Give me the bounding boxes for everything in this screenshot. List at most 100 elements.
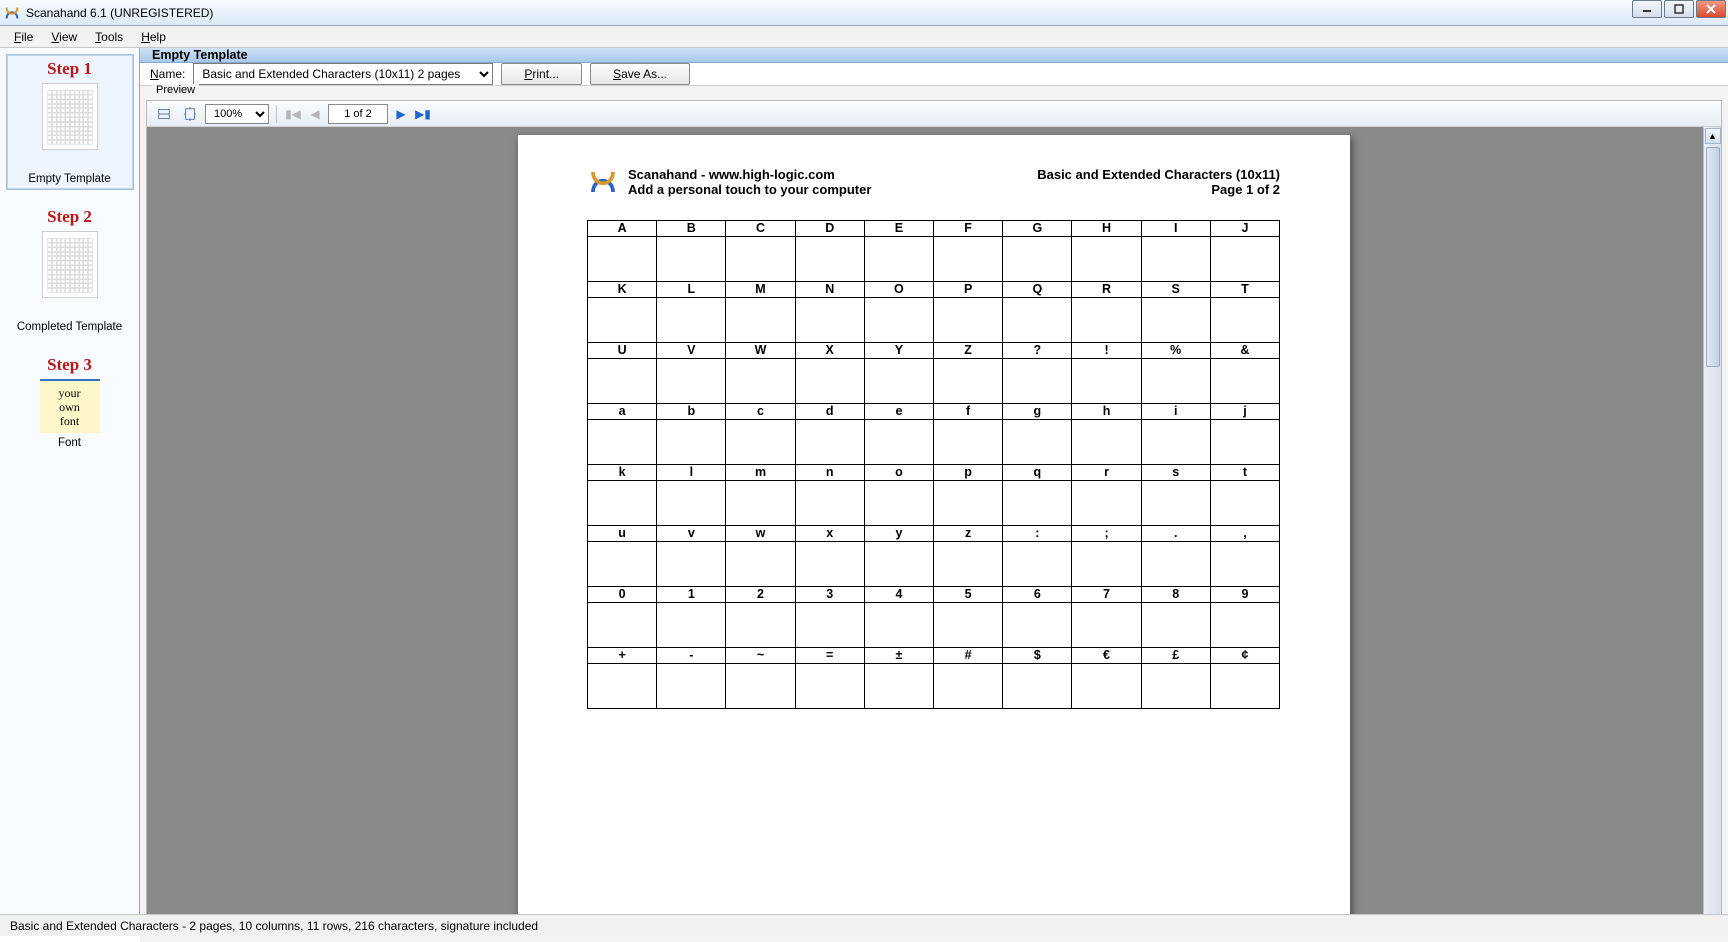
step1-card[interactable]: Step 1 for(let i=0;i<120;i++)document.wr… [6,54,134,190]
grid-cell: u [587,525,657,587]
page-right-line2: Page 1 of 2 [1037,182,1280,197]
cell-character-label: P [934,282,1002,298]
grid-cell: £ [1141,647,1211,709]
cell-character-label: t [1211,465,1279,481]
cell-character-label: 5 [934,587,1002,603]
cell-character-label: I [1142,221,1210,237]
cell-character-label: l [657,465,725,481]
cell-character-label: b [657,404,725,420]
cell-character-label: Y [865,343,933,359]
preview-canvas[interactable]: Scanahand - www.high-logic.com Add a per… [147,127,1721,935]
zoom-select[interactable]: 100% [205,104,269,124]
next-page-icon[interactable]: ▶ [392,107,410,121]
cell-character-label: Q [1003,282,1071,298]
cell-character-label: = [796,648,864,664]
template-name-select[interactable]: Basic and Extended Characters (10x11) 2 … [193,63,493,85]
grid-cell: w [725,525,795,587]
print-button[interactable]: Print... [501,63,582,85]
last-page-icon[interactable]: ▶▮ [414,107,432,121]
first-page-icon[interactable]: ▮◀ [284,107,302,121]
cell-character-label: R [1072,282,1140,298]
grid-row: +-~=±#$€£¢ [588,648,1280,709]
grid-cell: - [656,647,726,709]
step2-card[interactable]: Step 2 for(let i=0;i<120;i++)document.wr… [6,202,134,338]
cell-character-label: a [588,404,656,420]
save-as-button[interactable]: Save As... [590,63,690,85]
window-titlebar: Scanahand 6.1 (UNREGISTERED) [0,0,1728,26]
character-grid: ABCDEFGHIJKLMNOPQRSTUVWXYZ?!%&abcdefghij… [588,221,1280,709]
cell-character-label: q [1003,465,1071,481]
grid-cell: , [1210,525,1280,587]
cell-character-label: j [1211,404,1279,420]
step1-label: Step 1 [9,59,131,79]
preview-scrollbar[interactable]: ▲ ▼ [1703,127,1721,935]
grid-cell: v [656,525,726,587]
cell-character-label: n [796,465,864,481]
scroll-thumb[interactable] [1706,147,1720,367]
grid-cell: U [587,342,657,404]
grid-cell: # [933,647,1003,709]
menu-view[interactable]: View [43,28,85,46]
grid-cell: l [656,464,726,526]
cell-character-label: T [1211,282,1279,298]
grid-row: 0123456789 [588,587,1280,648]
maximize-button[interactable] [1664,0,1694,18]
minimize-button[interactable] [1632,0,1662,18]
cell-character-label: C [726,221,794,237]
grid-cell: s [1141,464,1211,526]
cell-character-label: 9 [1211,587,1279,603]
fit-width-icon[interactable] [153,104,175,124]
cell-character-label: O [865,282,933,298]
grid-cell: 1 [656,586,726,648]
cell-character-label: k [588,465,656,481]
grid-cell: ¢ [1210,647,1280,709]
grid-cell: x [795,525,865,587]
step3-label: Step 3 [9,355,131,375]
cell-character-label: i [1142,404,1210,420]
cell-character-label: m [726,465,794,481]
step3-card[interactable]: Step 3 your own font Font [6,350,134,454]
cell-character-label: H [1072,221,1140,237]
grid-cell: p [933,464,1003,526]
grid-cell: $ [1002,647,1072,709]
cell-character-label: M [726,282,794,298]
step1-caption: Empty Template [9,173,131,185]
cell-character-label: - [657,648,725,664]
cell-character-label: E [865,221,933,237]
cell-character-label: : [1003,526,1071,542]
fit-page-icon[interactable] [179,104,201,124]
page-brand-line2: Add a personal touch to your computer [628,182,871,197]
grid-cell: 8 [1141,586,1211,648]
cell-character-label: W [726,343,794,359]
cell-character-label: w [726,526,794,542]
grid-cell: W [725,342,795,404]
cell-character-label: U [588,343,656,359]
page-indicator[interactable] [328,104,388,124]
close-button[interactable] [1696,0,1726,18]
steps-sidebar: Step 1 for(let i=0;i<120;i++)document.wr… [0,48,140,914]
grid-cell: X [795,342,865,404]
cell-character-label: ? [1003,343,1071,359]
grid-cell: f [933,403,1003,465]
scroll-up-icon[interactable]: ▲ [1705,128,1721,144]
grid-cell: L [656,281,726,343]
cell-character-label: u [588,526,656,542]
menu-tools[interactable]: Tools [87,28,131,46]
menu-file[interactable]: File [6,28,41,46]
preview-groupbox: 100% ▮◀ ◀ ▶ ▶▮ Scanahand - www.high-logi… [146,100,1722,936]
cell-character-label: x [796,526,864,542]
grid-cell: c [725,403,795,465]
grid-cell: O [864,281,934,343]
cell-character-label: F [934,221,1002,237]
grid-cell: = [795,647,865,709]
grid-cell: Z [933,342,1003,404]
grid-cell: ! [1071,342,1141,404]
grid-cell: V [656,342,726,404]
menu-help[interactable]: Help [133,28,174,46]
grid-cell: o [864,464,934,526]
prev-page-icon[interactable]: ◀ [306,107,324,121]
grid-cell: t [1210,464,1280,526]
cell-character-label: p [934,465,1002,481]
cell-character-label: K [588,282,656,298]
grid-cell: P [933,281,1003,343]
